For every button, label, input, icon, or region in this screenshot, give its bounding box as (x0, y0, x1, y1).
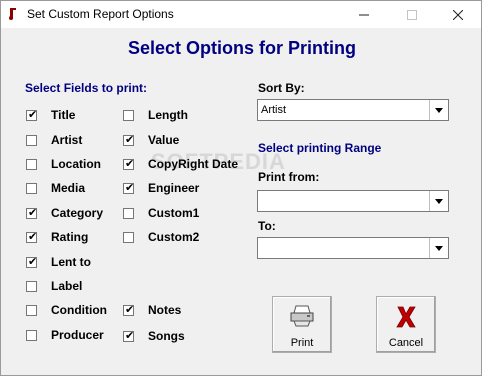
check-icon: ✔ (125, 132, 135, 146)
check-icon: ✔ (125, 302, 135, 316)
check-icon: ✔ (28, 254, 38, 268)
cancel-x-icon (396, 306, 416, 328)
checkbox-label: Producer (51, 328, 104, 342)
checkbox-producer[interactable]: Producer (26, 328, 104, 342)
cancel-button[interactable]: Cancel (376, 296, 436, 353)
print-button[interactable]: Print (272, 296, 332, 353)
cancel-button-label: Cancel (388, 337, 424, 349)
checkbox-box[interactable]: ✔ (26, 254, 38, 268)
checkbox-box[interactable] (123, 207, 134, 219)
print-button-label: Print (290, 337, 314, 349)
checkbox-artist[interactable]: Artist (26, 133, 82, 147)
print-to-label: To: (258, 219, 276, 233)
chevron-down-icon (435, 198, 443, 204)
checkbox-label: Songs (148, 329, 185, 343)
checkbox-box[interactable]: ✔ (26, 107, 38, 121)
checkbox-label: Artist (51, 133, 83, 147)
checkbox-box[interactable]: ✔ (123, 132, 135, 146)
check-icon: ✔ (28, 229, 38, 243)
check-icon: ✔ (28, 107, 38, 121)
checkbox-box[interactable]: ✔ (26, 229, 38, 243)
checkbox-box[interactable]: ✔ (123, 328, 135, 342)
close-button[interactable] (435, 1, 481, 28)
print-to-select[interactable] (257, 237, 449, 259)
checkbox-label: Value (148, 133, 180, 147)
title-bar: Set Custom Report Options (1, 1, 481, 28)
checkbox-label: Label (51, 279, 83, 293)
minimize-button[interactable] (341, 1, 387, 28)
checkbox-custom1[interactable]: Custom1 (123, 206, 199, 220)
checkbox-label: Rating (51, 230, 89, 244)
checkbox-label: Engineer (148, 181, 200, 195)
dialog-window: Set Custom Report Options Select Options… (0, 0, 482, 376)
checkbox-box[interactable] (26, 134, 37, 146)
page-title: Select Options for Printing (127, 38, 356, 58)
chevron-down-icon (435, 107, 443, 113)
checkbox-label: Length (148, 108, 188, 122)
checkbox-lent-to[interactable]: ✔ Lent to (26, 255, 91, 269)
maximize-icon (407, 9, 417, 20)
window-title: Set Custom Report Options (27, 7, 174, 21)
checkbox-label[interactable]: Label (26, 279, 82, 293)
printer-icon (290, 305, 314, 327)
checkbox-label: Media (51, 181, 86, 195)
checkbox-label: Condition (51, 303, 107, 317)
range-label: Select printing Range (258, 141, 382, 155)
print-from-select[interactable] (257, 190, 449, 212)
checkbox-box[interactable] (26, 182, 37, 194)
chevron-down-icon (435, 245, 443, 251)
checkbox-value[interactable]: ✔ Value (123, 133, 179, 147)
check-icon: ✔ (125, 180, 135, 194)
checkbox-condition[interactable]: Condition (26, 303, 107, 317)
print-from-label: Print from: (258, 170, 320, 184)
checkbox-length[interactable]: Length (123, 108, 188, 122)
checkbox-box[interactable] (26, 280, 37, 292)
close-icon (453, 9, 463, 20)
check-icon: ✔ (28, 205, 38, 219)
checkbox-box[interactable]: ✔ (123, 180, 135, 194)
sort-by-dropdown-button[interactable] (429, 100, 448, 120)
checkbox-label: Category (51, 206, 104, 220)
check-icon: ✔ (125, 328, 135, 342)
sort-by-value: Artist (261, 104, 287, 116)
checkbox-box[interactable] (123, 231, 134, 243)
checkbox-notes[interactable]: ✔ Notes (123, 303, 181, 317)
checkbox-box[interactable]: ✔ (123, 156, 135, 170)
sort-by-label: Sort By: (258, 81, 305, 95)
check-icon: ✔ (125, 156, 135, 170)
checkbox-box[interactable]: ✔ (26, 205, 38, 219)
fields-label: Select Fields to print: (25, 81, 148, 95)
checkbox-media[interactable]: Media (26, 181, 85, 195)
checkbox-songs[interactable]: ✔ Songs (123, 329, 185, 343)
checkbox-label: Location (51, 157, 101, 171)
checkbox-box[interactable] (123, 109, 134, 121)
checkbox-label: CopyRight Date (148, 157, 238, 171)
print-from-dropdown-button[interactable] (429, 191, 448, 211)
maximize-button (389, 1, 435, 28)
print-to-dropdown-button[interactable] (429, 238, 448, 258)
checkbox-custom2[interactable]: Custom2 (123, 230, 199, 244)
app-icon (9, 8, 16, 20)
checkbox-label: Custom1 (148, 206, 200, 220)
checkbox-label: Notes (148, 303, 182, 317)
checkbox-engineer[interactable]: ✔ Engineer (123, 181, 199, 195)
checkbox-label: Custom2 (148, 230, 200, 244)
checkbox-label: Lent to (51, 255, 91, 269)
checkbox-category[interactable]: ✔ Category (26, 206, 103, 220)
minimize-icon (359, 14, 369, 15)
checkbox-location[interactable]: Location (26, 157, 101, 171)
checkbox-label: Title (51, 108, 76, 122)
checkbox-copyright-date[interactable]: ✔ CopyRight Date (123, 157, 238, 171)
sort-by-select[interactable]: Artist (257, 99, 449, 121)
checkbox-box[interactable] (26, 304, 37, 316)
checkbox-rating[interactable]: ✔ Rating (26, 230, 88, 244)
checkbox-box[interactable] (26, 158, 37, 170)
checkbox-box[interactable] (26, 329, 37, 341)
checkbox-box[interactable]: ✔ (123, 302, 135, 316)
checkbox-title[interactable]: ✔ Title (26, 108, 75, 122)
